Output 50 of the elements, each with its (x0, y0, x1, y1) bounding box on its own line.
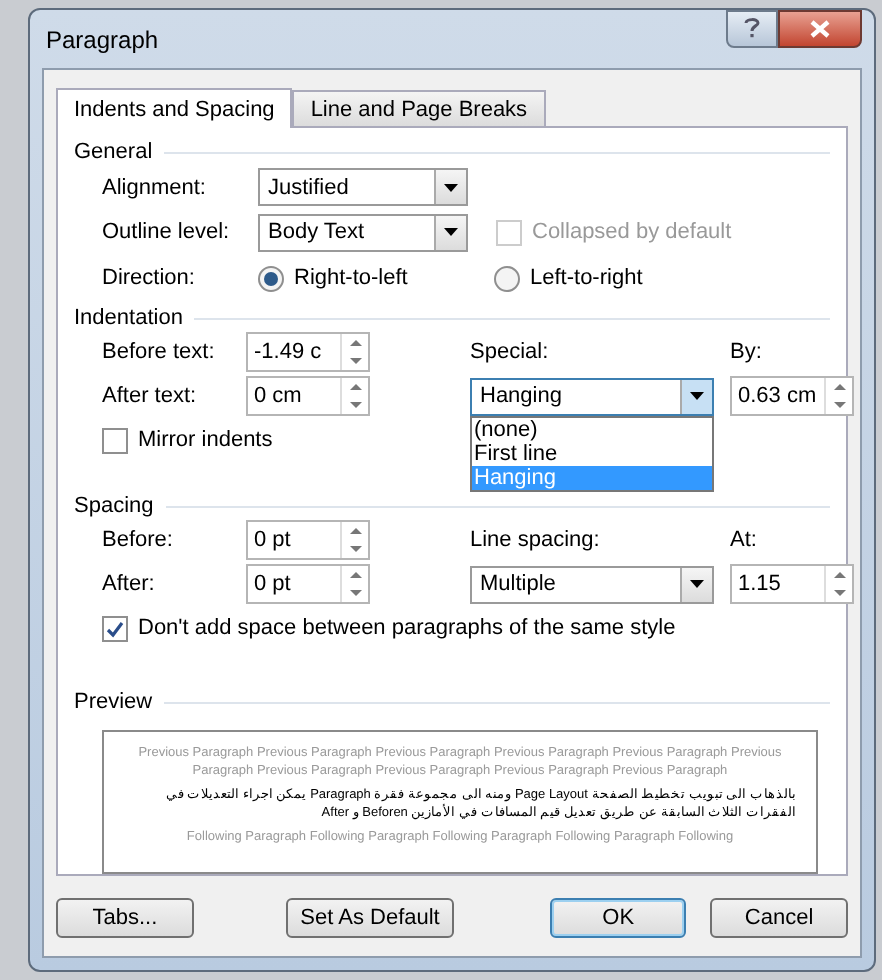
before-text-field[interactable]: -1.49 c (246, 332, 370, 372)
dont-add-space-checkbox[interactable]: Don't add space between paragraphs of the same style (102, 615, 830, 641)
checkmark-icon (106, 619, 124, 637)
direction-radio[interactable]: Right-to-left (258, 265, 494, 291)
tab[interactable]: Line and Page Breaks (292, 90, 546, 126)
field-label: After: (102, 572, 157, 596)
outline-level-select[interactable]: Body Text (258, 213, 468, 251)
dialog-button[interactable]: Set As Default (285, 898, 455, 938)
after-field[interactable]: 0 pt (246, 564, 370, 604)
spin-buttons[interactable] (340, 566, 368, 602)
field-label: After text: (102, 384, 199, 408)
section-title: Preview (74, 690, 153, 714)
close-icon (810, 20, 830, 38)
special-select[interactable]: Hanging (470, 377, 714, 415)
alignment-select[interactable]: Justified (258, 168, 468, 206)
caret-icon (690, 392, 704, 400)
dialog-button[interactable]: Tabs... (56, 898, 194, 938)
field-label: Before text: (102, 340, 217, 364)
before-field[interactable]: 0 pt (246, 520, 370, 560)
spin-buttons[interactable] (340, 378, 368, 414)
line-spacing-select[interactable]: Multiple (470, 565, 714, 603)
help-button[interactable] (726, 10, 778, 48)
field-label: Special: (470, 340, 551, 364)
spin-buttons[interactable] (824, 378, 852, 414)
dialog-button[interactable]: Cancel (710, 898, 848, 938)
caret-icon (444, 228, 458, 236)
spin-buttons[interactable] (824, 566, 852, 602)
caret-icon (444, 183, 458, 191)
by-field[interactable]: 0.63 cm (730, 376, 854, 416)
section-title: Spacing (74, 494, 154, 518)
field-label: Alignment: (102, 175, 208, 199)
field-label: At: (730, 528, 759, 552)
tab[interactable]: Indents and Spacing (56, 88, 293, 128)
section-title: Indentation (74, 306, 183, 330)
caret-icon (690, 580, 704, 588)
after-text-field[interactable]: 0 cm (246, 376, 370, 416)
field-label: Direction: (102, 266, 197, 290)
at-field[interactable]: 1.15 (730, 564, 854, 604)
field-label: Outline level: (102, 220, 232, 244)
spin-buttons[interactable] (340, 334, 368, 370)
question-mark-icon (744, 15, 760, 37)
section-title: General (74, 140, 153, 164)
direction-radio[interactable]: Left-to-right (494, 265, 830, 291)
window-title: Paragraph (44, 25, 159, 53)
field-label: By: (730, 340, 764, 364)
dialog-button[interactable]: OK (550, 898, 687, 938)
spin-buttons[interactable] (340, 522, 368, 558)
field-label: Line spacing: (470, 528, 602, 552)
field-label: Before: (102, 528, 175, 552)
close-button[interactable] (778, 10, 862, 48)
